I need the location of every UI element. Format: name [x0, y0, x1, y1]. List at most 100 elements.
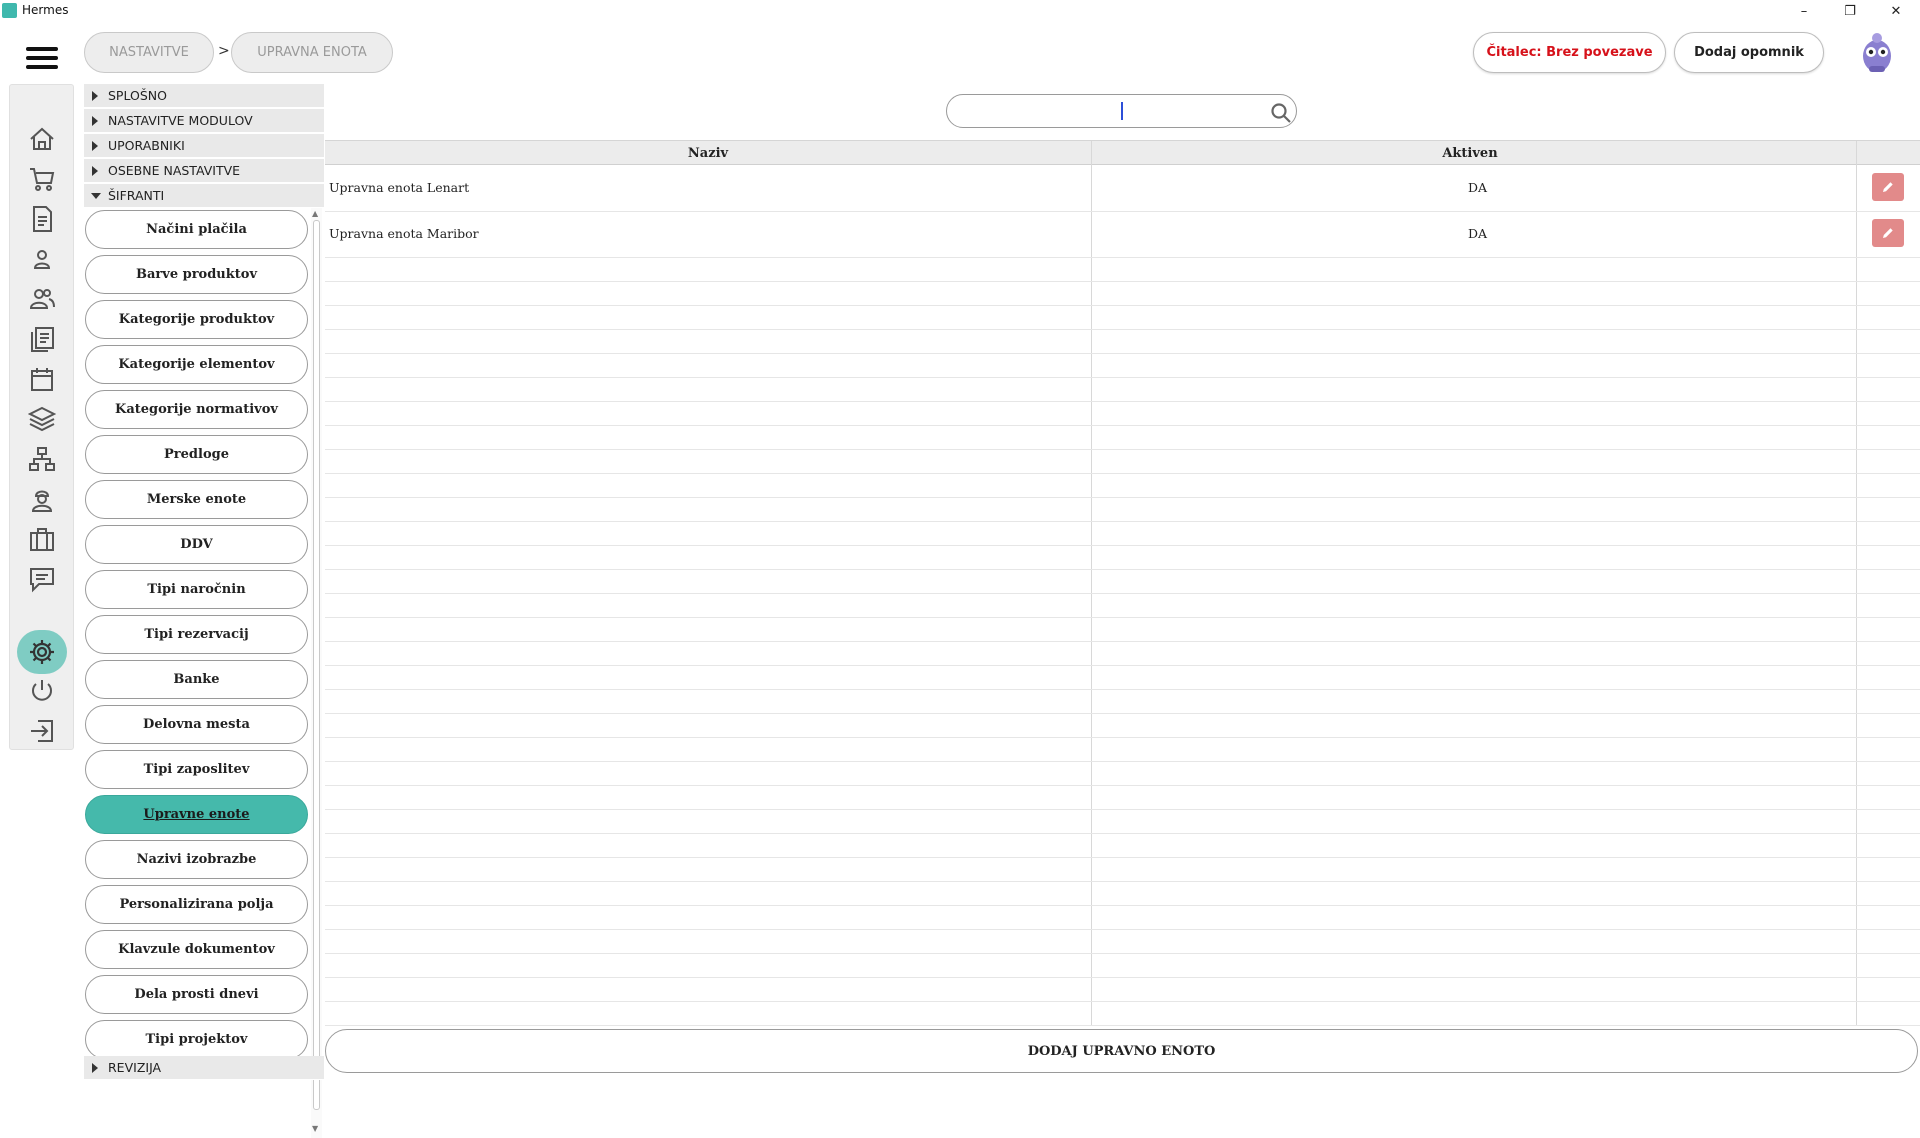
- cart-icon[interactable]: [27, 164, 57, 194]
- collapse-arrow-icon: [91, 193, 101, 199]
- sifrant-item[interactable]: DDV: [85, 525, 308, 564]
- document-icon[interactable]: [27, 204, 57, 234]
- gear-icon[interactable]: [27, 637, 57, 667]
- sifrant-item[interactable]: Tipi projektov: [85, 1020, 308, 1059]
- restore-button[interactable]: ❐: [1827, 0, 1873, 22]
- scroll-down-icon[interactable]: ▼: [312, 1124, 318, 1133]
- row-divider: [325, 521, 1920, 522]
- row-divider: [325, 737, 1920, 738]
- row-divider: [325, 211, 1920, 212]
- scroll-up-icon[interactable]: ▲: [312, 209, 318, 218]
- row-divider: [325, 881, 1920, 882]
- expand-arrow-icon: [92, 166, 98, 176]
- breadcrumb-nastavitve[interactable]: NASTAVITVE: [84, 32, 214, 73]
- section-label: REVIZIJA: [108, 1060, 162, 1075]
- column-header-naziv[interactable]: Naziv: [325, 141, 1091, 165]
- tree-section-uporabniki[interactable]: UPORABNIKI: [84, 134, 324, 158]
- worker-icon[interactable]: [27, 484, 57, 514]
- documents-icon[interactable]: [27, 324, 57, 354]
- calendar-icon[interactable]: [27, 364, 57, 394]
- logout-icon[interactable]: [27, 716, 57, 746]
- sifrant-item[interactable]: Načini plačila: [85, 210, 308, 249]
- text-caret: [1121, 102, 1123, 120]
- cell-aktiven: DA: [1468, 180, 1488, 195]
- section-label: UPORABNIKI: [108, 138, 185, 153]
- people-icon[interactable]: [27, 284, 57, 314]
- row-divider: [325, 497, 1920, 498]
- sifrant-item[interactable]: Personalizirana polja: [85, 885, 308, 924]
- sifrant-item[interactable]: Kategorije normativov: [85, 390, 308, 429]
- row-divider: [325, 305, 1920, 306]
- edit-button[interactable]: [1872, 173, 1904, 201]
- layers-icon[interactable]: [27, 404, 57, 434]
- row-divider: [325, 713, 1920, 714]
- expand-arrow-icon: [92, 141, 98, 151]
- briefcase-icon[interactable]: [27, 524, 57, 554]
- search-icon[interactable]: [1270, 102, 1292, 124]
- home-icon[interactable]: [27, 124, 57, 154]
- row-divider: [325, 665, 1920, 666]
- icon-rail: [9, 84, 74, 750]
- cell-naziv: Upravna enota Maribor: [329, 226, 479, 241]
- sifrant-item[interactable]: Barve produktov: [85, 255, 308, 294]
- menu-icon[interactable]: [26, 47, 58, 69]
- row-divider: [325, 1025, 1920, 1026]
- row-divider: [325, 353, 1920, 354]
- tree-section-splosno[interactable]: SPLOŠNO: [84, 84, 324, 108]
- row-divider: [325, 857, 1920, 858]
- sitemap-icon[interactable]: [27, 444, 57, 474]
- section-label: SPLOŠNO: [108, 88, 167, 103]
- power-icon[interactable]: [27, 676, 57, 706]
- row-divider: [325, 257, 1920, 258]
- sifrant-item[interactable]: Nazivi izobrazbe: [85, 840, 308, 879]
- scrollbar-thumb[interactable]: [313, 220, 320, 1110]
- tree-section-osebne-nastavitve[interactable]: OSEBNE NASTAVITVE: [84, 159, 324, 183]
- breadcrumb-upravna-enota[interactable]: UPRAVNA ENOTA: [231, 32, 393, 73]
- add-reminder-button[interactable]: Dodaj opomnik: [1674, 32, 1824, 73]
- column-divider: [1091, 141, 1092, 1025]
- tree-section-revizija[interactable]: REVIZIJA: [84, 1056, 324, 1080]
- row-divider: [325, 977, 1920, 978]
- settings-tree: SPLOŠNO NASTAVITVE MODULOV UPORABNIKI OS…: [84, 84, 324, 1138]
- row-divider: [325, 617, 1920, 618]
- minimize-button[interactable]: –: [1781, 0, 1827, 22]
- sifrant-item[interactable]: Kategorije elementov: [85, 345, 308, 384]
- person-icon[interactable]: [27, 244, 57, 274]
- row-divider: [325, 425, 1920, 426]
- row-divider: [325, 329, 1920, 330]
- sifrant-item[interactable]: Tipi naročnin: [85, 570, 308, 609]
- add-upravna-enota-button[interactable]: DODAJ UPRAVNO ENOTO: [325, 1029, 1918, 1073]
- sifrant-item[interactable]: Tipi rezervacij: [85, 615, 308, 654]
- row-divider: [325, 473, 1920, 474]
- sifrant-item[interactable]: Delovna mesta: [85, 705, 308, 744]
- edit-button[interactable]: [1872, 219, 1904, 247]
- tree-section-nastavitve-modulov[interactable]: NASTAVITVE MODULOV: [84, 109, 324, 133]
- close-button[interactable]: ✕: [1873, 0, 1919, 22]
- mascot-avatar[interactable]: [1856, 30, 1898, 76]
- sifrant-item[interactable]: Dela prosti dnevi: [85, 975, 308, 1014]
- expand-arrow-icon: [92, 1063, 98, 1073]
- row-divider: [325, 761, 1920, 762]
- breadcrumb-separator: >: [218, 43, 230, 59]
- row-divider: [325, 905, 1920, 906]
- sifranti-list: Načini plačila Barve produktov Kategorije …: [84, 208, 324, 1138]
- cell-aktiven: DA: [1468, 226, 1488, 241]
- row-divider: [325, 641, 1920, 642]
- sifrant-item[interactable]: Tipi zaposlitev: [85, 750, 308, 789]
- sifrant-item-active[interactable]: Upravne enote: [85, 795, 308, 834]
- sifrant-item[interactable]: Merske enote: [85, 480, 308, 519]
- row-divider: [325, 377, 1920, 378]
- row-divider: [325, 953, 1920, 954]
- row-divider: [325, 593, 1920, 594]
- reader-status-button[interactable]: Čitalec: Brez povezave: [1473, 32, 1666, 73]
- sifrant-item[interactable]: Klavzule dokumentov: [85, 930, 308, 969]
- tree-section-sifranti[interactable]: ŠIFRANTI: [84, 184, 324, 208]
- section-label: NASTAVITVE MODULOV: [108, 113, 253, 128]
- pencil-icon: [1883, 182, 1893, 192]
- sifrant-item[interactable]: Banke: [85, 660, 308, 699]
- section-label: ŠIFRANTI: [108, 188, 165, 203]
- column-header-aktiven[interactable]: Aktiven: [1092, 141, 1848, 165]
- chat-icon[interactable]: [27, 564, 57, 594]
- sifrant-item[interactable]: Kategorije produktov: [85, 300, 308, 339]
- sifrant-item[interactable]: Predloge: [85, 435, 308, 474]
